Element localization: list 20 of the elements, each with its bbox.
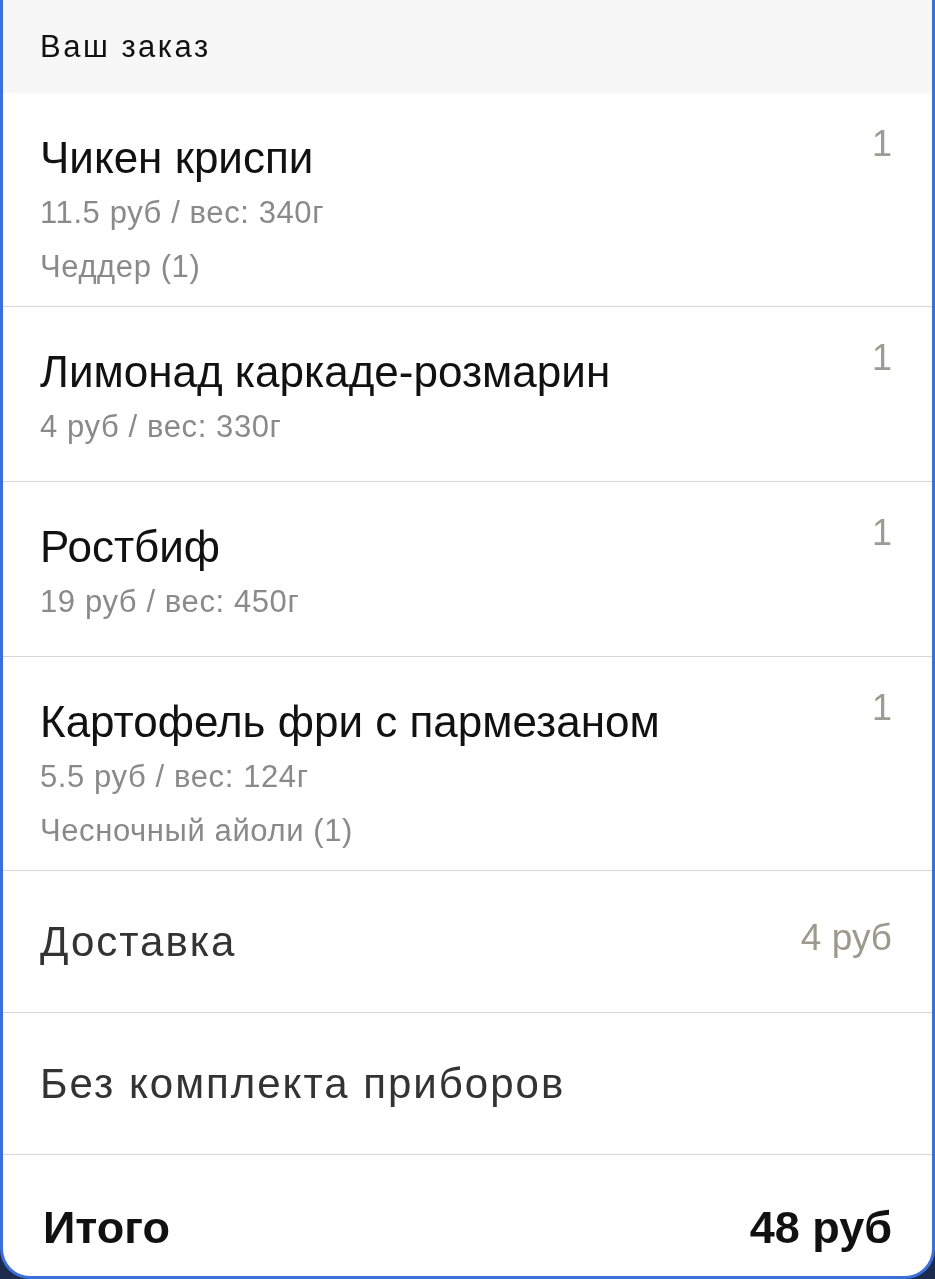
total-label: Итого bbox=[43, 1202, 170, 1254]
item-name: Лимонад каркаде-розмарин bbox=[40, 347, 611, 397]
item-details: 4 руб / вес: 330г bbox=[40, 408, 282, 446]
item-details: 11.5 руб / вес: 340г bbox=[40, 194, 325, 232]
summary-value: 4 руб bbox=[800, 916, 892, 959]
item-quantity: 1 bbox=[871, 338, 892, 378]
item-modifier: Чесночный айоли (1) bbox=[40, 812, 353, 850]
item-name: Картофель фри с пармезаном bbox=[40, 697, 660, 747]
total-value: 48 руб bbox=[749, 1202, 892, 1254]
item-details: 19 руб / вес: 450г bbox=[40, 583, 300, 621]
item-details: 5.5 руб / вес: 124г bbox=[40, 758, 309, 796]
item-name: Чикен криспи bbox=[40, 133, 314, 183]
item-quantity: 1 bbox=[871, 688, 892, 728]
item-quantity: 1 bbox=[871, 124, 892, 164]
item-modifier: Чеддер (1) bbox=[40, 248, 201, 286]
summary-label: Доставка bbox=[40, 917, 237, 966]
summary-label: Без комплекта приборов bbox=[40, 1059, 566, 1108]
order-title: Ваш заказ bbox=[40, 28, 211, 65]
item-quantity: 1 bbox=[871, 513, 892, 553]
item-name: Ростбиф bbox=[40, 522, 221, 572]
